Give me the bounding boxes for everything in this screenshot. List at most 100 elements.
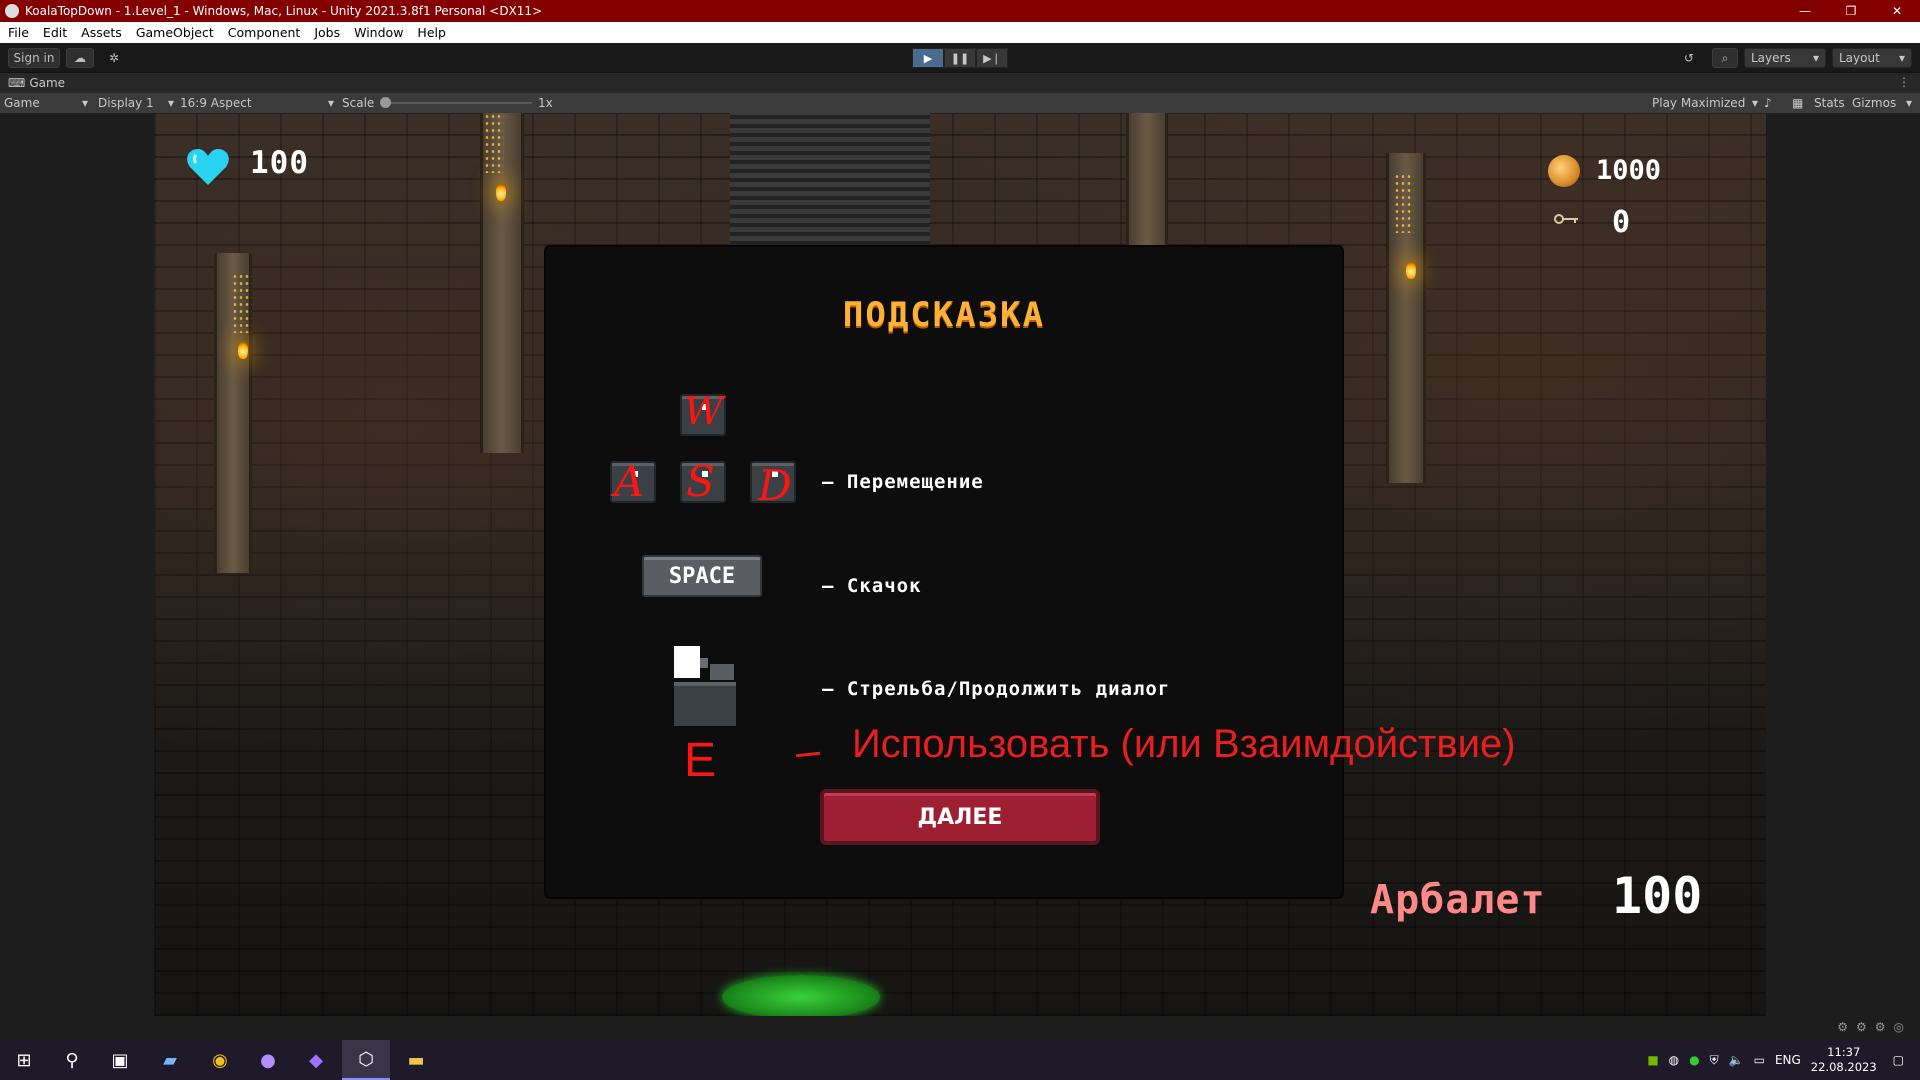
- scale-label: Scale: [342, 96, 375, 110]
- hint-dialog: ПОДСКАЗКА W A S D – Перемещение SPACE – …: [546, 247, 1516, 897]
- language-indicator[interactable]: ENG: [1775, 1053, 1801, 1067]
- menu-jobs[interactable]: Jobs: [314, 25, 340, 40]
- game-mode-label: Game: [4, 96, 40, 110]
- health-value: 100: [250, 145, 309, 181]
- menu-help[interactable]: Help: [417, 25, 446, 40]
- torch-icon: [238, 341, 248, 359]
- key-icon: [1554, 214, 1578, 224]
- scale-slider-thumb[interactable]: [380, 97, 391, 108]
- move-description: – Перемещение: [822, 471, 984, 493]
- sign-in-button[interactable]: Sign in: [8, 48, 60, 68]
- chrome-icon[interactable]: ◉: [196, 1040, 244, 1080]
- main-toolbar: Sign in ☁ ✲ ▶ ❚❚ ▶❘ ↺ ⌕ Layers ▾ Layout …: [0, 43, 1920, 73]
- status-icons: ⚙⚙⚙◎: [1837, 1020, 1912, 1034]
- search-icon[interactable]: ⚲: [48, 1040, 96, 1080]
- display-label: Display 1: [98, 96, 154, 110]
- torch-icon: [1406, 261, 1416, 279]
- menu-gameobject[interactable]: GameObject: [136, 25, 214, 40]
- grid-icon[interactable]: ▦: [1792, 93, 1803, 113]
- chevron-down-icon: ▾: [167, 96, 174, 110]
- volume-icon[interactable]: 🔈: [1729, 1053, 1744, 1067]
- window-title: KoalaTopDown - 1.Level_1 - Windows, Mac,…: [25, 4, 543, 18]
- clock-date: 22.08.2023: [1810, 1060, 1877, 1074]
- tab-game-label: Game: [29, 76, 66, 90]
- screen: KoalaTopDown - 1.Level_1 - Windows, Mac,…: [0, 0, 1920, 1080]
- key-e-label: E: [684, 734, 717, 787]
- defender-icon[interactable]: ⛨: [1710, 1053, 1719, 1068]
- display-dropdown[interactable]: Display 1 ▾: [98, 93, 174, 113]
- game-mode-dropdown[interactable]: Game ▾: [4, 93, 88, 113]
- restore-button[interactable]: ❐: [1828, 0, 1874, 22]
- menu-file[interactable]: File: [8, 25, 29, 40]
- play-controls: ▶ ❚❚ ▶❘: [912, 48, 1008, 68]
- pause-icon[interactable]: ❚❚: [944, 48, 976, 68]
- search-icon[interactable]: ⌕: [1712, 48, 1738, 68]
- dialog-title: ПОДСКАЗКА: [842, 295, 1046, 335]
- file-explorer-icon[interactable]: ▬: [392, 1040, 440, 1080]
- torch-icon: [496, 183, 506, 201]
- play-mode-label: Play Maximized: [1652, 96, 1746, 110]
- chevron-down-icon[interactable]: ▾: [1906, 93, 1912, 113]
- play-icon[interactable]: ▶: [912, 48, 944, 68]
- clock-time: 11:37: [1827, 1045, 1861, 1059]
- next-button[interactable]: ДАЛЕЕ: [820, 789, 1100, 845]
- unity-app-icon: [5, 4, 19, 18]
- key-s-label: S: [686, 457, 715, 506]
- steam-icon[interactable]: ◍: [1669, 1053, 1679, 1067]
- clock[interactable]: 11:37 22.08.2023: [1811, 1045, 1877, 1075]
- explorer-app-icon[interactable]: ▰: [146, 1040, 194, 1080]
- menu-window[interactable]: Window: [354, 25, 403, 40]
- menu-edit[interactable]: Edit: [43, 25, 67, 40]
- scale-slider-track[interactable]: [386, 102, 532, 104]
- close-button[interactable]: ✕: [1874, 0, 1920, 22]
- annotation-dash: [795, 751, 821, 758]
- cloud-icon[interactable]: ☁: [66, 48, 94, 68]
- layout-dropdown[interactable]: Layout ▾: [1832, 48, 1912, 68]
- nvidia-icon[interactable]: ■: [1647, 1053, 1658, 1067]
- menu-assets[interactable]: Assets: [81, 25, 122, 40]
- stats-button[interactable]: Stats: [1814, 93, 1845, 113]
- space-key-icon: SPACE: [642, 555, 762, 597]
- windows-taskbar: ⊞ ⚲ ▣ ▰ ◉ ● ◆ ⬡ ▬ ■ ◍ ● ⛨ 🔈 ▭ ENG 11:37 …: [0, 1040, 1920, 1080]
- windows-start-icon[interactable]: ⊞: [0, 1040, 48, 1080]
- chevron-down-icon: ▾: [1812, 51, 1819, 65]
- more-options-icon[interactable]: ⋮: [1898, 75, 1910, 89]
- visual-studio-icon[interactable]: ◆: [292, 1040, 340, 1080]
- coin-count: 1000: [1596, 155, 1662, 186]
- window-title-bar: KoalaTopDown - 1.Level_1 - Windows, Mac,…: [0, 0, 1920, 22]
- layers-dropdown[interactable]: Layers ▾: [1744, 48, 1826, 68]
- system-tray: ■ ◍ ● ⛨ 🔈 ▭ ENG 11:37 22.08.2023 ▢: [1647, 1040, 1920, 1080]
- chevron-down-icon: ▾: [1898, 51, 1905, 65]
- chevron-down-icon: ▾: [327, 96, 334, 110]
- game-tab-bar: ⌨ Game ⋮: [0, 73, 1920, 93]
- key-d-label: D: [758, 461, 792, 510]
- gizmos-button[interactable]: Gizmos: [1852, 93, 1896, 113]
- network-icon[interactable]: ▭: [1754, 1053, 1765, 1067]
- menu-component[interactable]: Component: [228, 25, 301, 40]
- use-description: Использовать (или Взаимдойствие): [852, 722, 1516, 766]
- torch-sparks: [232, 273, 252, 333]
- torch-sparks: [1394, 173, 1414, 233]
- minimize-button[interactable]: —: [1782, 0, 1828, 22]
- chevron-down-icon: ▾: [81, 96, 88, 110]
- history-icon[interactable]: ↺: [1676, 48, 1702, 68]
- unity-icon[interactable]: ⬡: [342, 1040, 390, 1080]
- layers-label: Layers: [1751, 51, 1791, 65]
- aspect-dropdown[interactable]: 16:9 Aspect ▾: [180, 93, 334, 113]
- github-desktop-icon[interactable]: ●: [244, 1040, 292, 1080]
- key-a-label: A: [614, 457, 645, 506]
- play-mode-dropdown[interactable]: Play Maximized ▾: [1652, 93, 1758, 113]
- mute-audio-icon[interactable]: ♪: [1764, 93, 1772, 113]
- step-icon[interactable]: ▶❘: [976, 48, 1008, 68]
- notifications-icon[interactable]: ▢: [1893, 1053, 1904, 1067]
- torch-sparks: [484, 113, 504, 173]
- layout-label: Layout: [1839, 51, 1880, 65]
- xbox-icon[interactable]: ●: [1689, 1053, 1699, 1067]
- task-view-icon[interactable]: ▣: [96, 1040, 144, 1080]
- shoot-description: – Стрельба/Продолжить диалог: [822, 678, 1171, 700]
- collab-icon[interactable]: ✲: [100, 48, 128, 68]
- tab-game[interactable]: ⌨ Game: [0, 73, 65, 93]
- heart-icon: [187, 149, 229, 185]
- chevron-down-icon: ▾: [1751, 96, 1758, 110]
- mouse-icon: [674, 646, 736, 726]
